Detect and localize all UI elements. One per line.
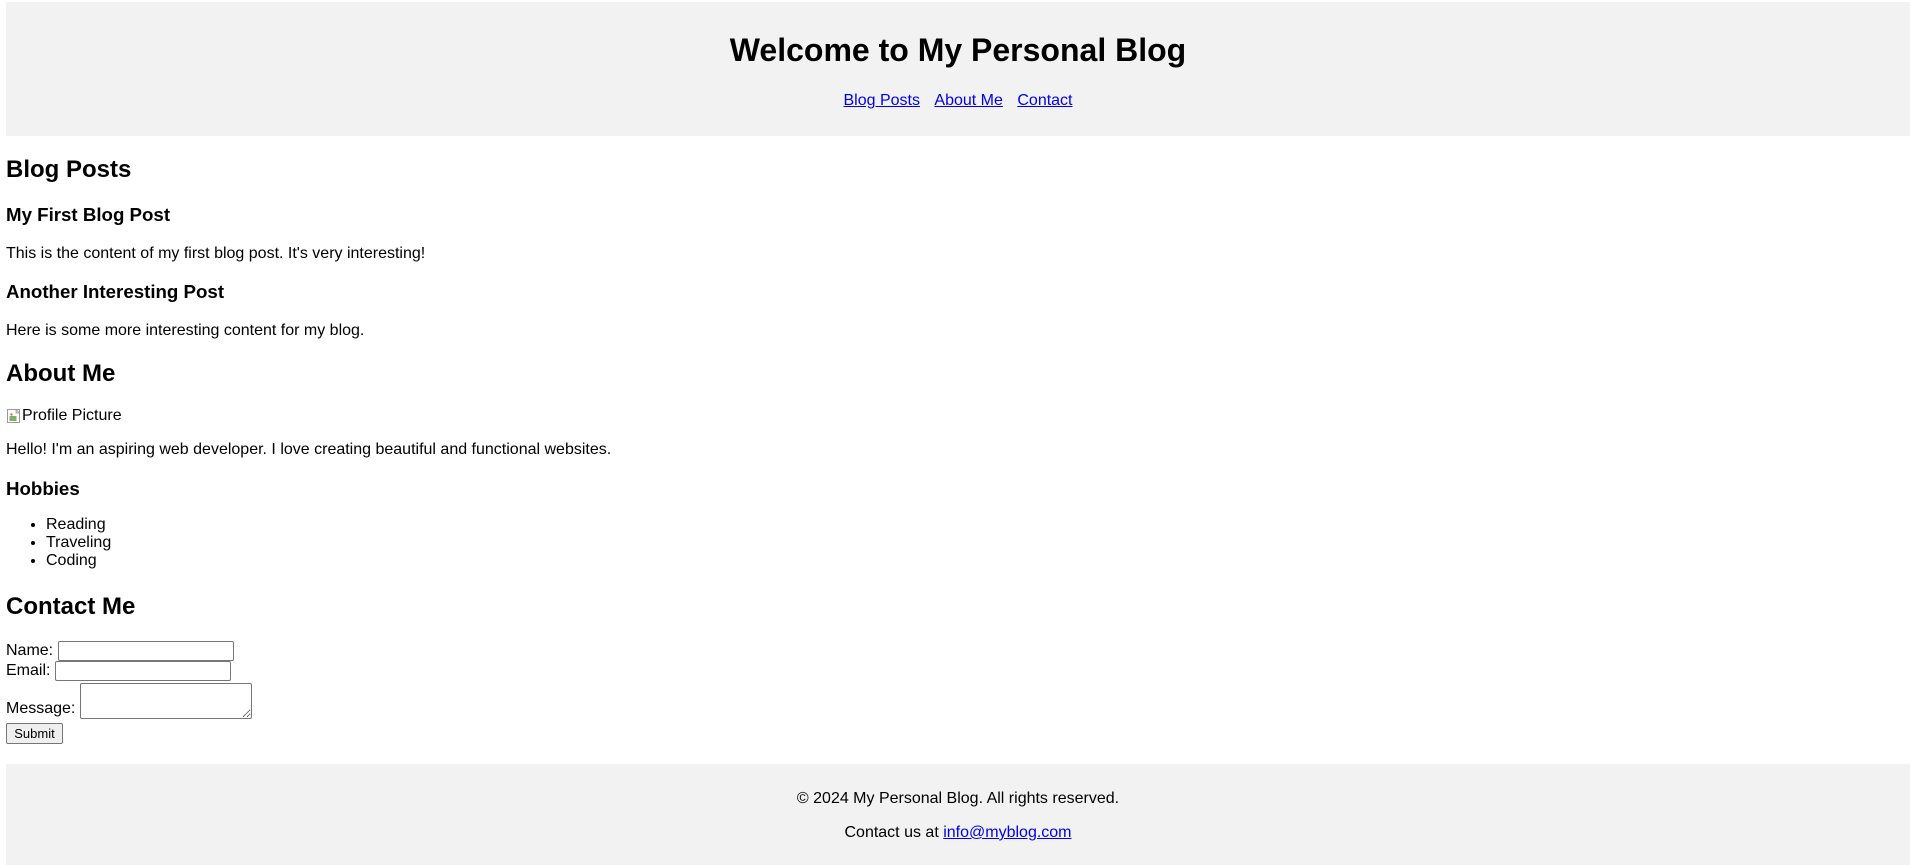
footer-email-link[interactable]: info@myblog.com (943, 824, 1071, 841)
page: Welcome to My Personal Blog Blog Posts A… (0, 0, 1910, 865)
footer-contact-prefix: Contact us at (844, 824, 939, 841)
site-footer: © 2024 My Personal Blog. All rights rese… (6, 764, 1910, 865)
blog-posts-heading: Blog Posts (6, 156, 132, 183)
profile-picture-alt-text: Profile Picture (22, 407, 122, 424)
nav-link-blog-posts[interactable]: Blog Posts (843, 92, 919, 109)
about-me-heading: About Me (6, 360, 116, 387)
about-bio: Hello! I'm an aspiring web developer. I … (6, 441, 612, 458)
contact-me-heading: Contact Me (6, 593, 136, 620)
list-item: Coding (46, 552, 111, 570)
message-row: Message: (6, 683, 253, 719)
footer-contact-line: Contact us at info@myblog.com (6, 823, 1910, 843)
copyright-text: © 2024 My Personal Blog. All rights rese… (796, 790, 1120, 807)
email-field[interactable] (55, 661, 232, 681)
site-title: Welcome to My Personal Blog (729, 32, 1187, 68)
message-field[interactable] (80, 683, 253, 719)
site-header: Welcome to My Personal Blog Blog Posts A… (6, 2, 1910, 136)
post-content: This is the content of my first blog pos… (6, 245, 426, 262)
name-label: Name: (6, 642, 54, 659)
message-label: Message: (6, 700, 76, 717)
hobbies-list: Reading Traveling Coding (6, 516, 111, 570)
post-title: My First Blog Post (6, 204, 171, 225)
broken-image-icon (6, 408, 22, 424)
list-item: Reading (46, 516, 111, 534)
list-item: Traveling (46, 534, 111, 552)
email-row: Email: (6, 661, 232, 681)
email-label: Email: (6, 662, 51, 679)
name-field[interactable] (58, 641, 235, 661)
post-title: Another Interesting Post (6, 281, 225, 302)
main-nav: Blog Posts About Me Contact (6, 91, 1910, 111)
profile-picture: Profile Picture (6, 406, 122, 426)
submit-button[interactable]: Submit (6, 723, 63, 744)
name-row: Name: (6, 641, 235, 661)
nav-link-contact[interactable]: Contact (1017, 92, 1072, 109)
hobbies-heading: Hobbies (6, 478, 80, 499)
nav-link-about-me[interactable]: About Me (934, 92, 1002, 109)
post-content: Here is some more interesting content fo… (6, 322, 365, 339)
